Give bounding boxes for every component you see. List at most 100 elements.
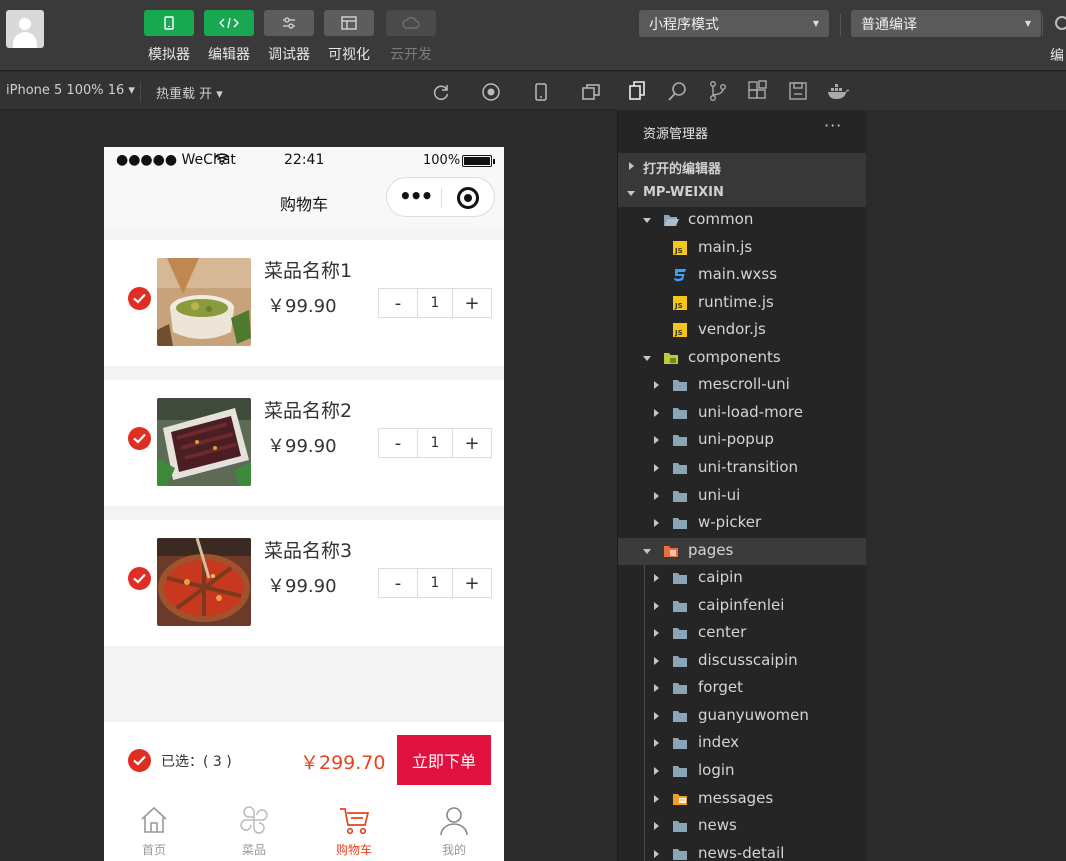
tab-cart[interactable]: 购物车	[304, 797, 404, 861]
tab-dishes[interactable]: 菜品	[204, 797, 304, 861]
tree-label: vendor.js	[698, 320, 766, 338]
debugger-tool[interactable]: 调试器	[264, 10, 314, 64]
home-icon	[141, 806, 167, 833]
chevron-right-icon	[654, 519, 659, 527]
tree-folder[interactable]: uni-transition	[618, 455, 867, 482]
chevron-right-icon	[654, 602, 659, 610]
select-all-checkbox-icon[interactable]	[128, 749, 151, 772]
increase-button[interactable]: +	[453, 569, 491, 597]
open-editors-section[interactable]: 打开的编辑器	[618, 153, 867, 180]
tree-folder[interactable]: login	[618, 758, 867, 785]
phone-simulator: ●●●●● WeChat 22:41 100% 购物车 ••• 菜品名称1 ￥9…	[104, 147, 504, 861]
devtools-window: 模拟器 编辑器 调试器 可视化 云开发 小程序模式 ▼ 普通编译 ▼ 编 iPh…	[0, 0, 1066, 861]
save-icon[interactable]	[787, 80, 809, 102]
compile-dropdown[interactable]: 普通编译 ▼	[851, 10, 1041, 37]
tree-folder[interactable]: index	[618, 730, 867, 757]
phone-icon	[144, 10, 194, 36]
chevron-right-icon	[654, 464, 659, 472]
tree-folder[interactable]: news	[618, 813, 867, 840]
menu-capsule[interactable]: •••	[386, 177, 495, 217]
stop-icon[interactable]	[481, 82, 501, 102]
editor-tool[interactable]: 编辑器	[204, 10, 254, 64]
tree-folder[interactable]: guanyuwomen	[618, 703, 867, 730]
compile-icon[interactable]	[1055, 16, 1066, 30]
docker-icon[interactable]	[827, 80, 849, 102]
more-dots-icon[interactable]: •••	[399, 186, 433, 206]
editor-label: 编辑器	[208, 47, 250, 63]
chevron-right-icon	[654, 574, 659, 582]
hot-reload-toggle[interactable]: 热重载 开 ▾	[156, 83, 223, 102]
extensions-icon[interactable]	[747, 80, 769, 102]
tree-folder[interactable]: mescroll-uni	[618, 372, 867, 399]
tree-folder[interactable]: caipinfenlei	[618, 593, 867, 620]
tree-folder[interactable]: common	[618, 207, 867, 234]
increase-button[interactable]: +	[453, 429, 491, 457]
clock-text: 22:41	[284, 152, 325, 168]
quantity-stepper: - 1 +	[378, 568, 492, 598]
checkbox-checked-icon[interactable]	[128, 287, 151, 310]
tree-folder[interactable]: news-detail	[618, 841, 867, 861]
search-icon[interactable]	[667, 80, 689, 102]
checkbox-checked-icon[interactable]	[128, 427, 151, 450]
decrease-button[interactable]: -	[379, 289, 417, 317]
chevron-down-icon: ▼	[1024, 19, 1031, 28]
cloud-tool[interactable]: 云开发	[386, 10, 436, 64]
svg-text:JS: JS	[674, 302, 683, 310]
wifi-icon	[214, 153, 230, 165]
refresh-icon[interactable]	[431, 82, 451, 102]
tree-file[interactable]: main.wxss	[618, 262, 867, 289]
detach-window-icon[interactable]	[581, 82, 601, 102]
dish-name: 菜品名称2	[264, 400, 353, 422]
place-order-button[interactable]: 立即下单	[397, 735, 491, 785]
files-icon[interactable]	[627, 80, 649, 102]
tree-folder[interactable]: uni-popup	[618, 427, 867, 454]
quantity-value[interactable]: 1	[417, 429, 453, 457]
increase-button[interactable]: +	[453, 289, 491, 317]
tree-folder[interactable]: uni-ui	[618, 483, 867, 510]
more-actions-icon[interactable]: ···	[824, 116, 842, 135]
quantity-value[interactable]: 1	[417, 569, 453, 597]
tree-folder[interactable]: uni-load-more	[618, 400, 867, 427]
chevron-right-icon	[654, 739, 659, 747]
project-section[interactable]: MP-WEIXIN	[618, 180, 867, 207]
chevron-down-icon	[643, 549, 651, 554]
tree-file[interactable]: JS runtime.js	[618, 290, 867, 317]
chevron-right-icon	[654, 629, 659, 637]
folder-pages-icon	[663, 544, 679, 558]
avatar[interactable]	[6, 10, 44, 48]
dish-image	[157, 398, 251, 486]
cart-icon	[340, 808, 370, 835]
tree-folder[interactable]: center	[618, 620, 867, 647]
decrease-button[interactable]: -	[379, 569, 417, 597]
source-control-icon[interactable]	[707, 80, 729, 102]
checkbox-checked-icon[interactable]	[128, 567, 151, 590]
tree-folder[interactable]: components	[618, 345, 867, 372]
mode-dropdown[interactable]: 小程序模式 ▼	[639, 10, 829, 37]
quantity-value[interactable]: 1	[417, 289, 453, 317]
tab-profile[interactable]: 我的	[404, 797, 504, 861]
device-icon[interactable]	[531, 82, 551, 102]
tree-label: mescroll-uni	[698, 375, 790, 393]
tree-folder[interactable]: pages	[618, 538, 867, 565]
decrease-button[interactable]: -	[379, 429, 417, 457]
tab-home[interactable]: 首页	[104, 797, 204, 861]
tree-folder[interactable]: discusscaipin	[618, 648, 867, 675]
tree-file[interactable]: JS main.js	[618, 235, 867, 262]
checkout-bar: 已选：( 3 ) ￥299.70 立即下单	[104, 722, 504, 797]
folder-icon	[672, 819, 688, 833]
visual-tool[interactable]: 可视化	[324, 10, 374, 64]
tree-folder[interactable]: messages	[618, 786, 867, 813]
close-target-icon[interactable]	[457, 187, 479, 209]
folder-messages-icon	[672, 792, 688, 806]
simulator-tool[interactable]: 模拟器	[144, 10, 194, 64]
tree-folder[interactable]: forget	[618, 675, 867, 702]
tree-file[interactable]: JS vendor.js	[618, 317, 867, 344]
folder-icon	[672, 433, 688, 447]
dish-name: 菜品名称3	[264, 540, 353, 562]
dish-price: ￥99.90	[267, 576, 337, 597]
tree-folder[interactable]: w-picker	[618, 510, 867, 537]
tab-bar: 首页 菜品 购物车 我的	[104, 797, 504, 861]
device-select[interactable]: iPhone 5 100% 16 ▾	[6, 83, 135, 98]
tree-folder[interactable]: caipin	[618, 565, 867, 592]
folder-open-icon	[663, 213, 679, 227]
